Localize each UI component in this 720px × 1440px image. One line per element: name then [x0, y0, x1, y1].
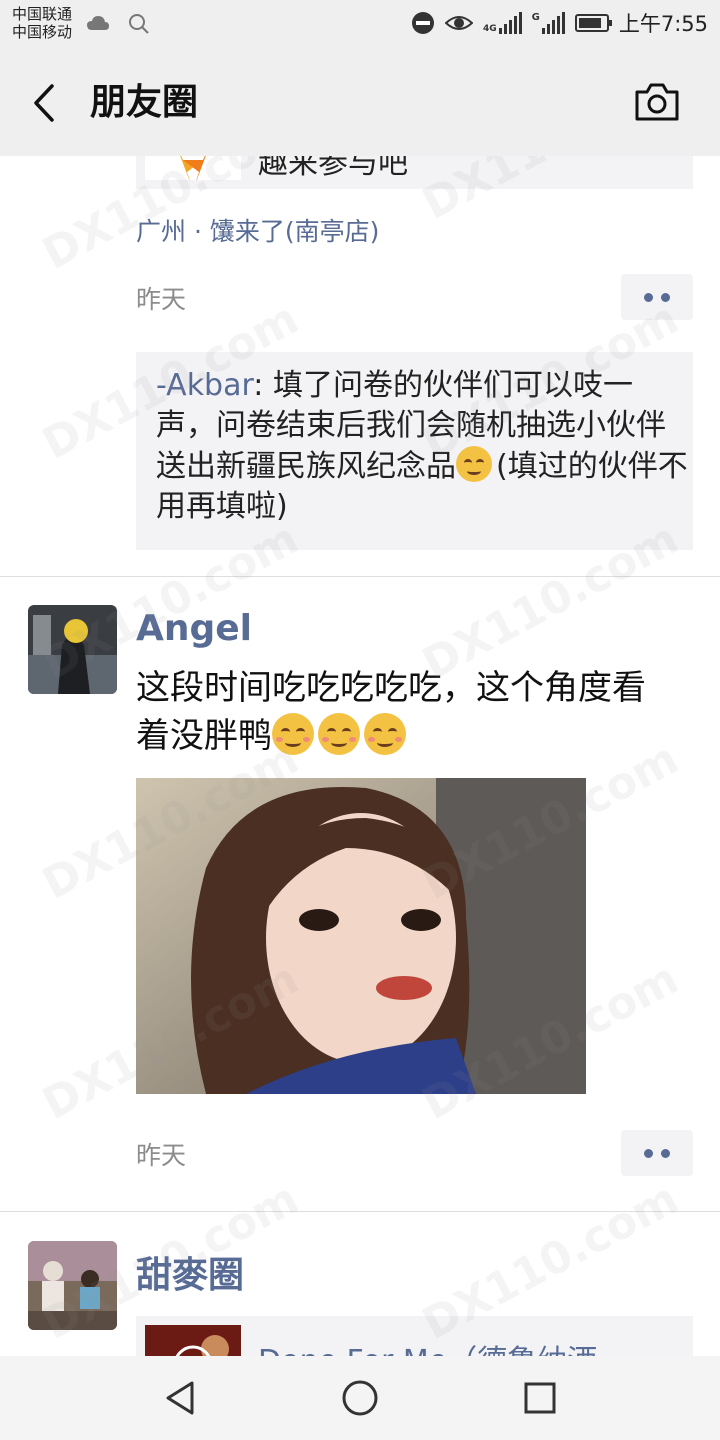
signal-2: G [532, 12, 565, 34]
status-bar: 中国联通 中国移动 4G G 上午7:55 [0, 0, 720, 50]
comment-section: -Akbar: 填了问卷的伙伴们可以吱一声，问卷结束后我们会随机抽选小伙伴送出新… [136, 352, 693, 550]
do-not-disturb-icon [411, 12, 434, 34]
blush-emoji-icon [272, 713, 314, 755]
link-card[interactable]: Done For Me（德鲁纳酒 [136, 1316, 693, 1356]
blush-emoji-icon [318, 713, 360, 755]
more-button[interactable] [621, 1130, 693, 1176]
comment[interactable]: -Akbar: 填了问卷的伙伴们可以吱一声，问卷结束后我们会随机抽选小伙伴送出新… [156, 366, 691, 527]
link-thumbnail [145, 156, 241, 180]
back-button[interactable] [24, 80, 64, 126]
nav-bar: 朋友圈 [0, 50, 720, 156]
blush-emoji-icon [364, 713, 406, 755]
user-name[interactable]: Angel [136, 608, 252, 649]
signal-bars-icon [498, 12, 522, 34]
more-button[interactable] [621, 274, 693, 320]
thinking-emoji-icon [456, 446, 492, 482]
link-title: Done For Me（德鲁纳酒 [258, 1336, 597, 1356]
signal-bars-icon [541, 12, 565, 34]
home-circle-icon[interactable] [340, 1378, 380, 1418]
post-text: 这段时间吃吃吃吃吃，这个角度看着没胖鸭 [136, 668, 646, 756]
carrier-1: 中国联通 [12, 5, 73, 23]
comment-author[interactable]: -Akbar [156, 368, 253, 403]
status-right: 4G G 上午7:55 [411, 8, 708, 38]
selfie-image [136, 778, 586, 1094]
location-link[interactable]: 广州 · 馕来了(南亭店) [136, 212, 379, 248]
eye-icon [444, 16, 473, 30]
avatar[interactable] [28, 605, 117, 694]
star-icon [180, 156, 206, 180]
camera-button[interactable] [632, 80, 682, 124]
clock: 上午7:55 [618, 12, 708, 36]
back-triangle-icon[interactable] [160, 1378, 200, 1418]
post-time: 昨天 [136, 1141, 187, 1170]
avatar-image [28, 1241, 117, 1330]
link-card[interactable]: 趣来参与吧 [136, 156, 693, 189]
link-thumbnail [145, 1325, 241, 1356]
battery-icon [574, 14, 612, 32]
avatar-image [28, 605, 117, 694]
music-thumbnail-image [145, 1325, 241, 1356]
link-title: 趣来参与吧 [258, 156, 408, 181]
cloud-icon [87, 16, 109, 30]
post-photo[interactable] [136, 778, 586, 1094]
carrier-labels: 中国联通 中国移动 [12, 5, 72, 41]
recents-square-icon[interactable] [520, 1378, 560, 1418]
carrier-2: 中国移动 [12, 23, 73, 41]
signal-1: 4G [483, 12, 522, 34]
system-navigation-bar [0, 1356, 720, 1440]
divider [0, 1211, 720, 1212]
user-name[interactable]: 甜麥圈 [136, 1246, 244, 1298]
search-icon [129, 14, 149, 34]
page-title: 朋友圈 [90, 82, 199, 123]
post-time: 昨天 [136, 285, 187, 314]
avatar[interactable] [28, 1241, 117, 1330]
moments-feed[interactable]: 趣来参与吧 广州 · 馕来了(南亭店) 昨天 -Akbar: 填了问卷的伙伴们可… [0, 156, 720, 1356]
divider [0, 576, 720, 577]
